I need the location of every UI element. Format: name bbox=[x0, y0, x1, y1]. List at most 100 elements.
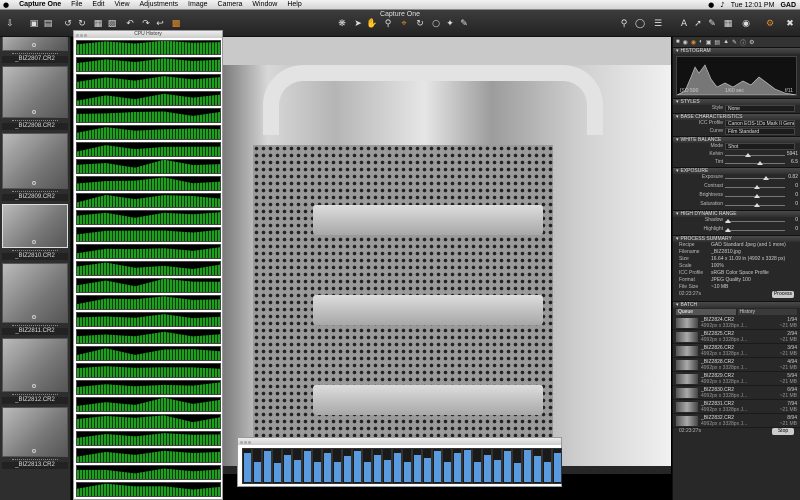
rating-dot[interactable] bbox=[32, 110, 36, 114]
batch-item[interactable]: _BIZ2828.CR2 4992px x 3328px J... 4/94 ~21 … bbox=[673, 358, 800, 372]
slider-value[interactable]: 0 bbox=[786, 183, 798, 189]
rotate-left-icon[interactable]: ↺ bbox=[62, 18, 74, 30]
rating-dot[interactable] bbox=[32, 43, 36, 47]
stop-button[interactable]: Stop bbox=[772, 428, 794, 435]
window-buttons[interactable] bbox=[240, 440, 252, 446]
white-balance-header[interactable]: WHITE BALANCE bbox=[673, 136, 800, 143]
zoom-icon[interactable]: ◯ bbox=[634, 18, 646, 30]
user-name[interactable]: GAD bbox=[780, 2, 796, 9]
star-rating[interactable] bbox=[12, 459, 58, 461]
menu-adjustments[interactable]: Adjustments bbox=[140, 1, 179, 8]
apple-menu-icon[interactable]: ● bbox=[3, 1, 9, 9]
base-characteristics-header[interactable]: BASE CHARACTERISTICS bbox=[673, 113, 800, 120]
trash-icon[interactable]: ▧ bbox=[106, 18, 118, 30]
tab-composition-icon[interactable]: ▤ bbox=[714, 39, 720, 46]
slider-value[interactable]: 0.82 bbox=[786, 174, 798, 180]
color-picker-icon[interactable]: ✦ bbox=[444, 18, 456, 30]
cursor-icon[interactable]: ➤ bbox=[352, 18, 364, 30]
slider-value[interactable]: 0 bbox=[786, 201, 798, 207]
process-button[interactable]: Process bbox=[772, 291, 794, 298]
curve-select[interactable]: Film Standard bbox=[725, 128, 795, 135]
rating-dot[interactable] bbox=[32, 449, 36, 453]
tab-library-icon[interactable]: ■ bbox=[676, 39, 680, 45]
batch-item[interactable]: _BIZ2826.CR2 4992px x 3328px J... 3/94 ~21 … bbox=[673, 344, 800, 358]
batch-item[interactable]: _BIZ2825.CR2 4992px x 3328px J... 2/94 ~21 … bbox=[673, 330, 800, 344]
window-buttons[interactable] bbox=[76, 33, 88, 40]
undo-icon[interactable]: ↶ bbox=[124, 18, 136, 30]
rotate-right-icon[interactable]: ↻ bbox=[76, 18, 88, 30]
rating-dot[interactable] bbox=[32, 240, 36, 244]
tab-history[interactable]: History bbox=[737, 309, 797, 315]
histogram-header[interactable]: HISTOGRAM bbox=[673, 47, 800, 54]
folder-icon[interactable]: ▦ bbox=[92, 18, 104, 30]
camera-icon[interactable]: ◉ bbox=[740, 18, 752, 30]
grid-icon[interactable]: ▦ bbox=[722, 18, 734, 30]
layout-icon[interactable]: ▤ bbox=[42, 18, 54, 30]
icc-profile-select[interactable]: Canon EOS-1Ds Mark II Generic bbox=[725, 120, 795, 127]
capture-icon[interactable]: ▣ bbox=[28, 18, 40, 30]
slider-knob[interactable] bbox=[754, 203, 760, 207]
tab-adjust-icon[interactable]: ✎ bbox=[732, 39, 737, 46]
batch-item[interactable]: _BIZ2830.CR2 4992px x 3328px J... 6/94 ~21 … bbox=[673, 386, 800, 400]
menu-view[interactable]: View bbox=[114, 1, 129, 8]
styles-header[interactable]: STYLES bbox=[673, 98, 800, 105]
rating-dot[interactable] bbox=[32, 181, 36, 185]
slider-value[interactable]: 0 bbox=[786, 217, 798, 223]
batch-item[interactable]: _BIZ2824.CR2 4992px x 3328px J... 1/94 ~21 … bbox=[673, 316, 800, 330]
star-rating[interactable] bbox=[12, 53, 58, 55]
tab-capture-icon[interactable]: ◉ bbox=[683, 39, 688, 46]
kelvin-slider-knob[interactable] bbox=[745, 153, 751, 157]
hand-icon[interactable]: ✋ bbox=[366, 18, 378, 30]
batch-item[interactable]: _BIZ2829.CR2 4992px x 3328px J... 5/94 ~21 … bbox=[673, 372, 800, 386]
slider-value[interactable]: 0 bbox=[786, 226, 798, 232]
slider-knob[interactable] bbox=[754, 185, 760, 189]
star-rating[interactable] bbox=[12, 250, 58, 252]
menu-image[interactable]: Image bbox=[188, 1, 207, 8]
text-icon[interactable]: A bbox=[678, 18, 690, 30]
slider-knob[interactable] bbox=[725, 219, 731, 223]
tab-queue[interactable]: Queue bbox=[676, 309, 736, 315]
menu-camera[interactable]: Camera bbox=[218, 1, 243, 8]
crop-icon[interactable]: ⌖ bbox=[398, 18, 410, 30]
cpu-usage-window[interactable] bbox=[237, 437, 562, 487]
settings-icon[interactable]: ⚙ bbox=[764, 18, 776, 30]
tab-details-icon[interactable]: ▲ bbox=[723, 39, 729, 45]
import-icon[interactable]: ⇩ bbox=[4, 18, 16, 30]
slider-knob[interactable] bbox=[725, 228, 731, 232]
white-balance-picker-icon[interactable]: ○ bbox=[430, 18, 442, 30]
adjustment-slider[interactable] bbox=[725, 230, 785, 231]
batch-header[interactable]: BATCH bbox=[673, 301, 800, 308]
menu-app[interactable]: Capture One bbox=[19, 1, 61, 8]
compare-icon[interactable]: ▩ bbox=[170, 18, 182, 30]
cpu-history-titlebar[interactable]: CPU History bbox=[74, 31, 222, 38]
menu-file[interactable]: File bbox=[71, 1, 82, 8]
tools-icon[interactable]: ✖ bbox=[784, 18, 796, 30]
tint-slider[interactable] bbox=[725, 163, 785, 164]
slider-value[interactable]: 0 bbox=[786, 192, 798, 198]
main-photo[interactable] bbox=[223, 65, 671, 474]
thumbnail-image[interactable] bbox=[2, 263, 68, 323]
hdr-header[interactable]: HIGH DYNAMIC RANGE bbox=[673, 210, 800, 217]
redo-icon[interactable]: ↷ bbox=[140, 18, 152, 30]
exposure-header[interactable]: EXPOSURE bbox=[673, 167, 800, 174]
star-rating[interactable] bbox=[12, 325, 58, 327]
rating-dot[interactable] bbox=[32, 315, 36, 319]
tab-exposure-icon[interactable]: ◐ bbox=[699, 39, 703, 45]
cpu-history-window[interactable]: CPU History bbox=[73, 30, 223, 500]
clock[interactable]: Tue 12:01 PM bbox=[731, 2, 775, 9]
kelvin-slider[interactable] bbox=[725, 155, 785, 156]
wb-mode-select[interactable]: Shot bbox=[725, 143, 795, 150]
tab-color-icon[interactable]: ◉ bbox=[691, 39, 696, 46]
tab-lens-icon[interactable]: ▣ bbox=[706, 39, 712, 46]
tint-slider-knob[interactable] bbox=[757, 161, 763, 165]
batch-item[interactable]: _BIZ2831.CR2 4992px x 3328px J... 7/94 ~21 … bbox=[673, 400, 800, 414]
kelvin-value[interactable]: 5941 bbox=[786, 151, 798, 157]
menu-help[interactable]: Help bbox=[287, 1, 301, 8]
exposure-icon[interactable]: ➚ bbox=[692, 18, 704, 30]
list-icon[interactable]: ☰ bbox=[652, 18, 664, 30]
zoom-tool-icon[interactable]: ⚲ bbox=[382, 18, 394, 30]
eyedropper-icon[interactable]: ✎ bbox=[706, 18, 718, 30]
copy-icon[interactable]: ↩ bbox=[154, 18, 166, 30]
adjustment-slider[interactable] bbox=[725, 178, 785, 179]
slider-knob[interactable] bbox=[763, 176, 769, 180]
